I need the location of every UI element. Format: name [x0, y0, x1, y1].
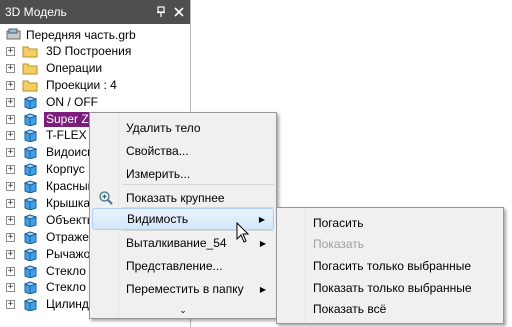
- expand-icon[interactable]: +: [6, 283, 15, 292]
- menu-item[interactable]: Свойства...: [92, 140, 274, 162]
- tree-item-label: Стекло: [46, 264, 86, 278]
- expand-icon[interactable]: +: [6, 98, 15, 107]
- submenu-arrow-icon: ▶: [259, 284, 266, 294]
- expand-icon[interactable]: +: [6, 233, 15, 242]
- tree-item-label: ON / OFF: [46, 95, 98, 109]
- tree-item[interactable]: + ON / OFF: [0, 94, 190, 111]
- submenu-item-label: Показать: [313, 237, 365, 251]
- cube-icon: [22, 95, 38, 110]
- menu-separator: [122, 184, 274, 185]
- submenu-item[interactable]: Показать только выбранные: [279, 277, 501, 299]
- mouse-cursor-icon: [236, 222, 250, 243]
- cube-icon: [22, 162, 38, 177]
- cube-icon: [22, 297, 38, 312]
- menu-item-label: Показать крупнее: [126, 191, 225, 205]
- menu-item-label: Видимость: [127, 212, 189, 226]
- panel-title: 3D Модель: [5, 5, 67, 19]
- expand-icon[interactable]: +: [6, 47, 15, 56]
- submenu-arrow-icon: ▶: [258, 214, 265, 224]
- cube-icon: [22, 280, 38, 295]
- tree-item-label: Цилинд: [46, 297, 89, 311]
- submenu-item[interactable]: Погасить: [279, 212, 501, 234]
- expand-icon[interactable]: +: [6, 182, 15, 191]
- submenu-item[interactable]: Погасить только выбранные: [279, 255, 501, 277]
- context-menu: Удалить тело Свойства... Измерить... Показа…: [89, 112, 277, 319]
- menu-item[interactable]: Удалить тело: [92, 117, 274, 139]
- menu-item[interactable]: Показать крупнее: [92, 187, 274, 209]
- cube-icon: [22, 213, 38, 228]
- cube-icon: [22, 128, 38, 143]
- menu-item[interactable]: Измерить...: [92, 163, 274, 185]
- menu-separator: [122, 230, 274, 231]
- tree-item-label: Проекции : 4: [46, 78, 117, 92]
- menu-separator: [122, 207, 274, 208]
- tree-root[interactable]: Передняя часть.grb: [0, 26, 190, 43]
- expand-icon[interactable]: +: [6, 250, 15, 259]
- tree-item-label: Корпус: [46, 162, 85, 176]
- tree-item-label: Рычажо: [46, 247, 91, 261]
- submenu-arrow-icon: ▶: [259, 238, 266, 248]
- menu-item-label: Свойства...: [126, 144, 189, 158]
- panel-titlebar: 3D Модель: [0, 0, 190, 24]
- tree-item-label: Крышка: [46, 196, 91, 210]
- pin-icon[interactable]: [154, 5, 168, 19]
- tree-item[interactable]: +3D Построения: [0, 43, 190, 60]
- submenu-item-label: Погасить: [313, 216, 364, 230]
- menu-item-label: Измерить...: [126, 167, 191, 181]
- more-items-icon[interactable]: ⌄: [90, 305, 276, 316]
- cube-icon: [22, 264, 38, 279]
- cube-icon: [22, 145, 38, 160]
- document-icon: [6, 28, 22, 42]
- tree-item-label: 3D Построения: [46, 44, 132, 58]
- tree-item-label: Видоиск: [46, 145, 93, 159]
- visibility-submenu: Погасить Показать Погасить только выбранны…: [276, 207, 504, 324]
- zoom-icon: [98, 190, 114, 206]
- folder-icon: [22, 78, 38, 92]
- menu-item[interactable]: Переместить в папку ▶: [92, 278, 274, 300]
- tree-item[interactable]: + Операции: [0, 60, 190, 77]
- submenu-item[interactable]: Показать всё: [279, 298, 501, 320]
- cube-icon: [22, 179, 38, 194]
- expand-icon[interactable]: +: [6, 165, 15, 174]
- expand-icon[interactable]: +: [6, 81, 15, 90]
- expand-icon[interactable]: +: [6, 216, 15, 225]
- submenu-item: Показать: [279, 233, 501, 255]
- close-icon[interactable]: [172, 5, 186, 19]
- expand-icon[interactable]: +: [6, 115, 15, 124]
- expand-icon[interactable]: +: [6, 199, 15, 208]
- cube-icon: [22, 230, 38, 245]
- tree-root-label: Передняя часть.grb: [26, 27, 136, 42]
- tree-item[interactable]: + Проекции : 4: [0, 77, 190, 94]
- tree-item-label: T-FLEX: [46, 128, 87, 142]
- menu-item-label: Переместить в папку: [126, 282, 244, 296]
- submenu-item-label: Показать всё: [313, 302, 387, 316]
- menu-item[interactable]: Представление...: [92, 255, 274, 277]
- cube-icon: [22, 112, 38, 127]
- cube-icon: [22, 247, 38, 262]
- expand-icon[interactable]: +: [6, 131, 15, 140]
- folder-icon: [22, 44, 38, 58]
- expand-icon[interactable]: +: [6, 300, 15, 309]
- submenu-item-label: Погасить только выбранные: [313, 259, 472, 273]
- expand-icon[interactable]: +: [6, 267, 15, 276]
- tree-item-label: Операции: [46, 61, 103, 75]
- menu-item-label: Удалить тело: [126, 121, 201, 135]
- cube-icon: [22, 196, 38, 211]
- tree-item-label: Отраже: [46, 230, 89, 244]
- expand-icon[interactable]: +: [6, 64, 15, 73]
- menu-item-label: Представление...: [126, 259, 223, 273]
- submenu-item-label: Показать только выбранные: [313, 281, 472, 295]
- expand-icon[interactable]: +: [6, 148, 15, 157]
- tree-item-label: Стекло: [46, 280, 86, 294]
- folder-icon: [22, 61, 38, 75]
- menu-item-label: Выталкивание_54: [126, 236, 227, 250]
